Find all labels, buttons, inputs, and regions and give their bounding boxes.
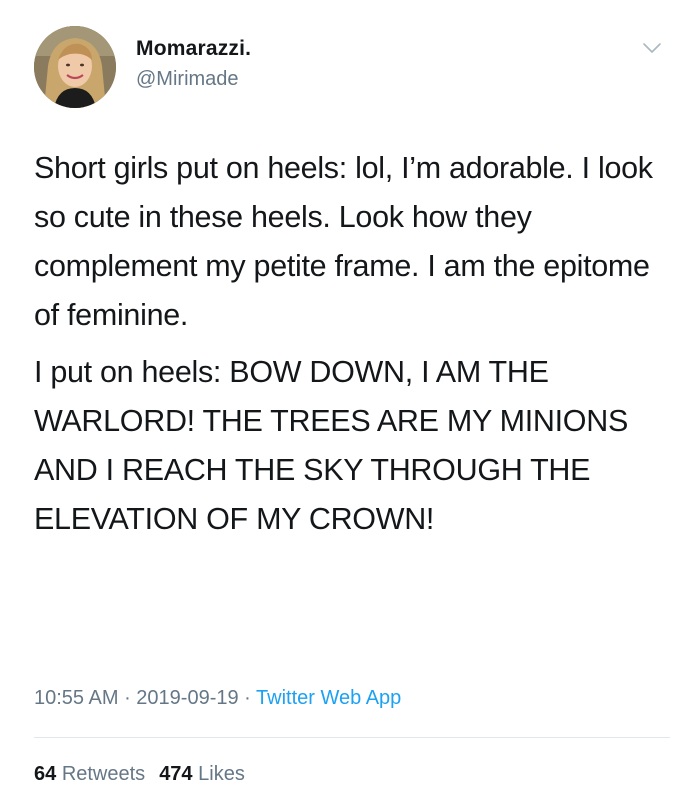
avatar[interactable] xyxy=(34,26,116,108)
tweet-meta: 10:55 AM · 2019-09-19 · Twitter Web App xyxy=(34,684,401,712)
tweet-date[interactable]: 2019-09-19 xyxy=(136,687,238,709)
divider xyxy=(34,737,670,738)
tweet-source-link[interactable]: Twitter Web App xyxy=(256,687,401,709)
likes-stat[interactable]: 474 Likes xyxy=(159,763,245,785)
retweets-count: 64 xyxy=(34,763,57,785)
retweets-stat[interactable]: 64 Retweets xyxy=(34,763,145,785)
likes-count: 474 xyxy=(159,763,193,785)
tweet-header: Momarazzi. @Mirimade xyxy=(34,26,664,108)
meta-separator: · xyxy=(118,687,137,709)
retweets-label: Retweets xyxy=(61,763,146,785)
display-name[interactable]: Momarazzi. xyxy=(136,36,251,62)
tweet-card: Momarazzi. @Mirimade Short girls put on … xyxy=(0,0,688,798)
avatar-image xyxy=(34,26,116,108)
meta-separator: · xyxy=(238,687,257,709)
tweet-paragraph: Short girls put on heels: lol, I’m adora… xyxy=(34,151,653,332)
likes-label: Likes xyxy=(198,763,245,785)
tweet-text: Short girls put on heels: lol, I’m adora… xyxy=(34,144,664,544)
tweet-paragraph: I put on heels: BOW DOWN, I AM THE WARLO… xyxy=(34,355,628,536)
user-handle[interactable]: @Mirimade xyxy=(136,66,251,92)
tweet-stats: 64 Retweets 474 Likes xyxy=(34,760,245,788)
tweet-time[interactable]: 10:55 AM xyxy=(34,687,119,709)
user-names: Momarazzi. @Mirimade xyxy=(136,36,251,92)
chevron-down-icon[interactable] xyxy=(640,36,664,60)
